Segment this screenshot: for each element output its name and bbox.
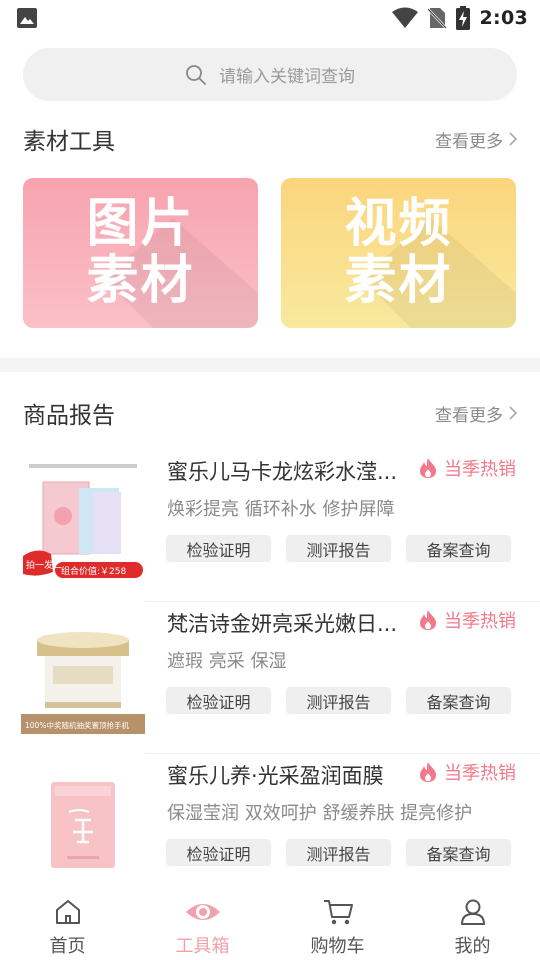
tile-line2: 素材 [344,251,453,311]
chevron-right-icon [509,132,517,146]
product-name: 蜜乐儿养·光采盈润面膜 [167,764,384,788]
more-label: 查看更多 [435,405,503,426]
tab-label: 工具箱 [175,936,230,957]
tab-home[interactable]: 首页 [0,888,135,960]
search-placeholder: 请输入关键词查询 [219,67,355,87]
product-tags: 焕彩提亮 循环补水 修护屏障 [167,499,395,520]
hot-badge: 当季热销 [418,759,516,785]
product-tags: 保湿莹润 双效呵护 舒缓养肤 提亮修护 [167,803,473,824]
product-thumbnail: 100%中奖随机抽奖置顶抢手机 [21,610,145,734]
product-name: 梵洁诗金妍亮采光嫩日... [167,612,398,636]
hot-label: 当季热销 [444,763,516,784]
product-item[interactable]: 拍一发二 组合价值:￥258 蜜乐儿马卡龙炫彩水滢... 当季热销 焕彩提亮 循… [0,450,540,602]
flame-icon [420,458,436,478]
chevron-right-icon [509,406,517,420]
tab-toolbox[interactable]: 工具箱 [135,888,270,960]
product-name: 蜜乐儿马卡龙炫彩水滢... [167,460,398,484]
hot-label: 当季热销 [444,611,516,632]
tile-line1: 图片 [86,194,195,254]
flame-icon [420,610,436,630]
review-report-button[interactable]: 测评报告 [286,839,391,866]
product-thumbnail: 拍一发二 组合价值:￥258 [21,458,145,582]
tile-line1: 视频 [344,194,453,254]
product-thumbnail [21,762,145,886]
materials-more-link[interactable]: 查看更多 [435,127,517,152]
hot-badge: 当季热销 [418,607,516,633]
inspection-cert-button[interactable]: 检验证明 [166,839,271,866]
thumb-caption: 100%中奖随机抽奖置顶抢手机 [25,720,129,730]
eye-icon [185,904,220,920]
filing-query-button[interactable]: 备案查询 [406,687,511,714]
section-title: 素材工具 [23,129,115,155]
tile-line2: 素材 [86,251,195,311]
status-bar: 2:03 [0,0,540,36]
reports-header: 商品报告 查看更多 [23,393,517,433]
bottom-tab-bar: 首页 工具箱 购物车 我的 [0,888,540,960]
flame-icon [420,762,436,782]
reports-more-link[interactable]: 查看更多 [435,401,517,426]
tab-cart[interactable]: 购物车 [270,888,405,960]
wifi-icon [391,7,418,28]
cart-icon [323,900,353,925]
no-sim-icon [427,8,446,29]
video-material-tile[interactable]: 视频 素材 [281,178,516,328]
thumb-badge: 拍一发二 [26,559,62,571]
product-item[interactable]: 100%中奖随机抽奖置顶抢手机 梵洁诗金妍亮采光嫩日... 当季热销 遮瑕 亮采… [0,602,540,754]
battery-charging-icon [455,6,470,30]
user-icon [460,899,485,925]
inspection-cert-button[interactable]: 检验证明 [166,535,271,562]
tab-label: 首页 [49,936,86,957]
hot-label: 当季热销 [444,459,516,480]
image-notification-icon [17,8,37,28]
review-report-button[interactable]: 测评报告 [286,535,391,562]
search-icon [186,64,206,85]
product-item[interactable]: 蜜乐儿养·光采盈润面膜 当季热销 保湿莹润 双效呵护 舒缓养肤 提亮修护 检验证… [0,754,540,906]
materials-header: 素材工具 查看更多 [23,119,517,159]
tab-label: 购物车 [310,936,365,957]
thumb-price: 组合价值:￥258 [61,565,126,577]
tab-mine[interactable]: 我的 [405,888,540,960]
section-divider [0,358,540,372]
section-title: 商品报告 [23,403,115,429]
inspection-cert-button[interactable]: 检验证明 [166,687,271,714]
home-icon [55,900,80,924]
hot-badge: 当季热销 [418,455,516,481]
clock: 2:03 [479,7,528,29]
image-material-tile[interactable]: 图片 素材 [23,178,258,328]
more-label: 查看更多 [435,131,503,152]
filing-query-button[interactable]: 备案查询 [406,839,511,866]
filing-query-button[interactable]: 备案查询 [406,535,511,562]
search-input[interactable]: 请输入关键词查询 [23,48,517,101]
review-report-button[interactable]: 测评报告 [286,687,391,714]
product-tags: 遮瑕 亮采 保湿 [167,651,287,672]
tab-label: 我的 [454,936,491,957]
